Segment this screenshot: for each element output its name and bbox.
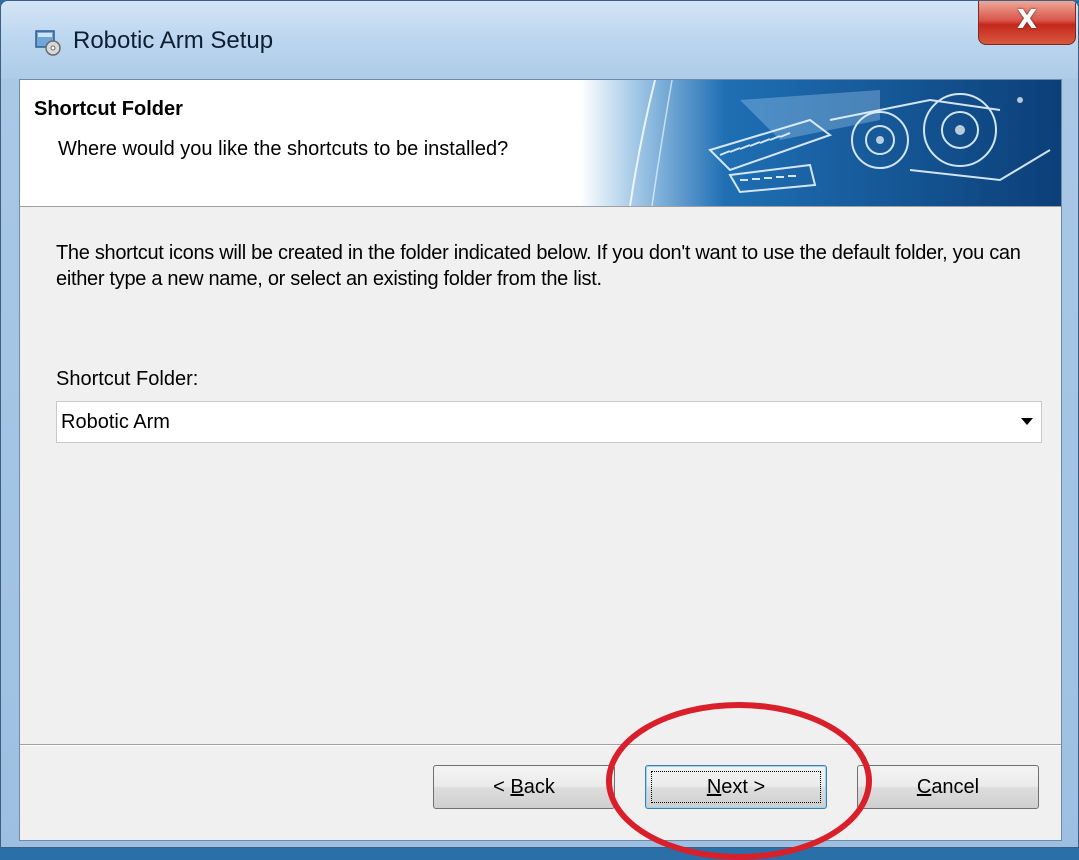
page-title: Shortcut Folder: [34, 98, 183, 120]
window-title: Robotic Arm Setup: [73, 27, 274, 54]
next-button[interactable]: Next >: [645, 765, 827, 809]
instructions-text: The shortcut icons will be created in th…: [56, 242, 1021, 290]
next-button-label: ext >: [721, 776, 766, 798]
back-button-label: ack: [523, 776, 555, 798]
title-bar[interactable]: Robotic Arm Setup X: [1, 1, 1078, 79]
cancel-button-label: ancel: [931, 776, 980, 798]
next-button-mnemonic: N: [706, 776, 722, 798]
close-button[interactable]: X: [978, 1, 1076, 45]
chevron-down-icon[interactable]: [1021, 418, 1033, 425]
robotic-arm-banner-image: [580, 80, 1061, 206]
page-header: Shortcut Folder Where would you like the…: [20, 80, 1061, 207]
footer-divider: [20, 744, 1061, 746]
setup-window: Robotic Arm Setup X Shortcut Folder Wher…: [0, 0, 1079, 848]
dialog-content: Shortcut Folder Where would you like the…: [19, 79, 1062, 841]
page-subtitle: Where would you like the shortcuts to be…: [58, 138, 509, 160]
back-button-prefix: <: [493, 776, 511, 798]
shortcut-folder-combobox[interactable]: Robotic Arm: [56, 401, 1042, 443]
close-icon: X: [1016, 5, 1038, 35]
cancel-button[interactable]: Cancel: [857, 765, 1039, 809]
back-button[interactable]: < Back: [433, 765, 615, 809]
shortcut-folder-value: Robotic Arm: [61, 411, 170, 433]
shortcut-folder-label: Shortcut Folder:: [56, 368, 199, 390]
installer-icon: [35, 30, 61, 56]
cancel-button-mnemonic: C: [916, 776, 932, 798]
back-button-mnemonic: B: [510, 776, 524, 798]
